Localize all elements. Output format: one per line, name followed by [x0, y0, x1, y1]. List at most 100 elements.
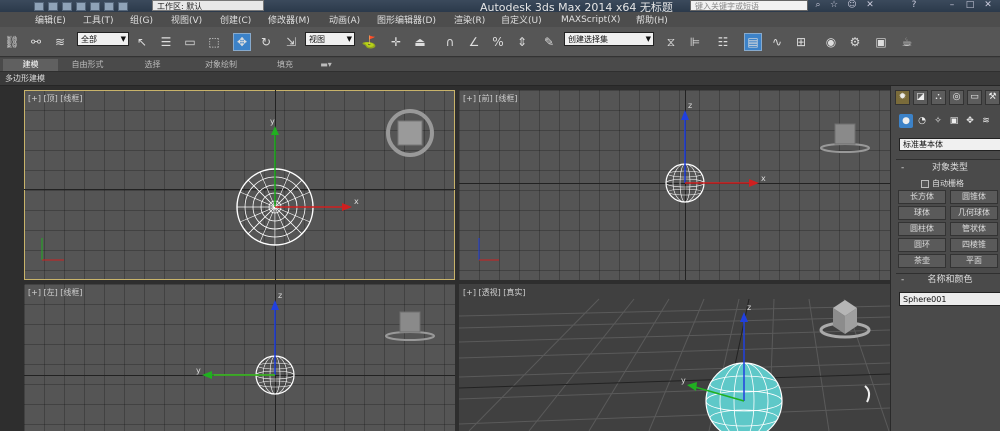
menu-maxscript[interactable]: MAXScript(X)	[561, 15, 620, 25]
open-file-icon[interactable]	[62, 1, 72, 11]
display-tab-icon[interactable]: ▭	[967, 90, 982, 105]
minimize-icon[interactable]: –	[946, 0, 958, 11]
tab-modeling[interactable]: 建模	[3, 59, 58, 71]
window-crossing-icon[interactable]: ⬚	[205, 33, 223, 51]
ribbon-options-icon[interactable]: ▬▾	[315, 59, 337, 71]
tab-selection[interactable]: 选择	[125, 59, 180, 71]
autogrid-checkbox-row[interactable]: 自动栅格	[921, 178, 964, 189]
object-name-input[interactable]: Sphere001	[899, 292, 1000, 306]
viewport-label-perspective[interactable]: [+] [透视] [真实]	[463, 287, 526, 298]
tab-object-paint[interactable]: 对象绘制	[190, 59, 252, 71]
utilities-tab-icon[interactable]: ⚒	[985, 90, 1000, 105]
selection-filter-dropdown[interactable]: 全部 ▼	[77, 32, 129, 46]
sphere-button[interactable]: 球体	[898, 206, 946, 220]
angle-snap-icon[interactable]: ∠	[465, 33, 483, 51]
save-file-icon[interactable]	[76, 1, 86, 11]
modify-tab-icon[interactable]: ◪	[913, 90, 928, 105]
select-and-scale-icon[interactable]: ⇲	[282, 33, 300, 51]
select-manipulate-icon[interactable]: ✛	[387, 33, 405, 51]
unlink-icon[interactable]: ⚯	[27, 33, 45, 51]
tab-freeform[interactable]: 自由形式	[60, 59, 115, 71]
render-setup-icon[interactable]: ⚙	[846, 33, 864, 51]
lights-icon[interactable]: ✧	[931, 114, 945, 128]
align-icon[interactable]: ⊫	[686, 33, 704, 51]
menu-views[interactable]: 视图(V)	[171, 13, 202, 26]
app-menu-icon[interactable]	[34, 1, 44, 11]
polygon-modeling-label[interactable]: 多边形建模	[5, 73, 45, 84]
workspace-dropdown[interactable]: 工作区: 默认	[152, 0, 264, 11]
menu-graph-editors[interactable]: 图形编辑器(D)	[377, 13, 436, 26]
menu-group[interactable]: 组(G)	[130, 13, 153, 26]
menu-rendering[interactable]: 渲染(R)	[454, 13, 485, 26]
percent-snap-icon[interactable]: %	[489, 33, 507, 51]
graphite-toolbar-icon[interactable]: ▤	[744, 33, 762, 51]
object-type-rollout-title[interactable]: 对象类型	[899, 162, 1000, 175]
new-file-icon[interactable]	[48, 1, 58, 11]
redo-icon[interactable]	[104, 1, 114, 11]
cylinder-button[interactable]: 圆柱体	[898, 222, 946, 236]
reference-coordinate-dropdown[interactable]: 视图 ▼	[305, 32, 355, 46]
viewport-perspective[interactable]: z y [+] [透视] [真实]	[459, 284, 890, 431]
layer-manager-icon[interactable]: ☷	[714, 33, 732, 51]
menu-tools[interactable]: 工具(T)	[83, 13, 114, 26]
rendered-frame-icon[interactable]: ▣	[872, 33, 890, 51]
bind-space-warp-icon[interactable]: ≋	[51, 33, 69, 51]
plane-button[interactable]: 平面	[950, 254, 998, 268]
cameras-icon[interactable]: ▣	[947, 114, 961, 128]
selection-region-icon[interactable]: ▭	[181, 33, 199, 51]
menu-create[interactable]: 创建(C)	[220, 13, 251, 26]
helpers-icon[interactable]: ✥	[963, 114, 977, 128]
keyboard-shortcut-icon[interactable]: ⏏	[411, 33, 429, 51]
viewport-top[interactable]: [+] [顶] [线框] y x	[24, 90, 455, 280]
geometry-icon[interactable]: ●	[899, 114, 913, 128]
named-selection-set-dropdown[interactable]: 创建选择集 ▼	[564, 32, 654, 46]
pivot-center-icon[interactable]: ⛳	[360, 33, 378, 51]
schematic-view-icon[interactable]: ⊞	[792, 33, 810, 51]
undo-icon[interactable]	[90, 1, 100, 11]
curve-editor-icon[interactable]: ∿	[768, 33, 786, 51]
infocenter-icon[interactable]: ☆	[828, 0, 840, 11]
menu-help[interactable]: 帮助(H)	[636, 13, 668, 26]
close-icon[interactable]: ✕	[982, 0, 994, 11]
menu-animation[interactable]: 动画(A)	[329, 13, 360, 26]
hierarchy-tab-icon[interactable]: ⛬	[931, 90, 946, 105]
name-and-color-rollout-title[interactable]: 名称和颜色	[899, 274, 1000, 287]
viewport-left[interactable]: [+] [左] [线框] z y	[24, 284, 455, 431]
material-editor-icon[interactable]: ◉	[822, 33, 840, 51]
project-folder-icon[interactable]	[118, 1, 128, 11]
create-tab-icon[interactable]: ✹	[895, 90, 910, 105]
user-icon[interactable]: ☺	[846, 0, 858, 11]
motion-tab-icon[interactable]: ◎	[949, 90, 964, 105]
select-and-link-icon[interactable]: ⛓	[3, 33, 21, 51]
search-icon[interactable]: ⌕	[812, 0, 824, 11]
box-button[interactable]: 长方体	[898, 190, 946, 204]
torus-button[interactable]: 圆环	[898, 238, 946, 252]
edit-named-selection-icon[interactable]: ✎	[540, 33, 558, 51]
tab-populate[interactable]: 填充	[260, 59, 310, 71]
pyramid-button[interactable]: 四棱锥	[950, 238, 998, 252]
shapes-icon[interactable]: ◔	[915, 114, 929, 128]
viewport-front[interactable]: [+] [前] [线框] z x	[459, 90, 890, 280]
space-warps-icon[interactable]: ≋	[979, 114, 993, 128]
autogrid-checkbox[interactable]	[921, 179, 929, 188]
search-input[interactable]: 键入关键字或短语	[690, 0, 808, 11]
cone-button[interactable]: 圆锥体	[950, 190, 998, 204]
spinner-snap-icon[interactable]: ⇕	[513, 33, 531, 51]
menu-customize[interactable]: 自定义(U)	[501, 13, 542, 26]
tube-button[interactable]: 管状体	[950, 222, 998, 236]
maximize-icon[interactable]: □	[964, 0, 976, 11]
menu-modifiers[interactable]: 修改器(M)	[268, 13, 310, 26]
select-by-name-icon[interactable]: ☰	[157, 33, 175, 51]
select-object-icon[interactable]: ↖	[133, 33, 151, 51]
render-production-icon[interactable]: ☕	[898, 33, 916, 51]
teapot-button[interactable]: 茶壶	[898, 254, 946, 268]
select-and-move-icon[interactable]: ✥	[233, 33, 251, 51]
menu-edit[interactable]: 编辑(E)	[35, 13, 66, 26]
geosphere-button[interactable]: 几何球体	[950, 206, 998, 220]
help-icon[interactable]: ?	[908, 0, 920, 11]
snaps-toggle-icon[interactable]: ∩	[441, 33, 459, 51]
select-and-rotate-icon[interactable]: ↻	[257, 33, 275, 51]
primitive-category-dropdown[interactable]: 标准基本体	[899, 138, 1000, 151]
mirror-icon[interactable]: ⧖	[662, 33, 680, 51]
exchange-icon[interactable]: ✕	[864, 0, 876, 11]
